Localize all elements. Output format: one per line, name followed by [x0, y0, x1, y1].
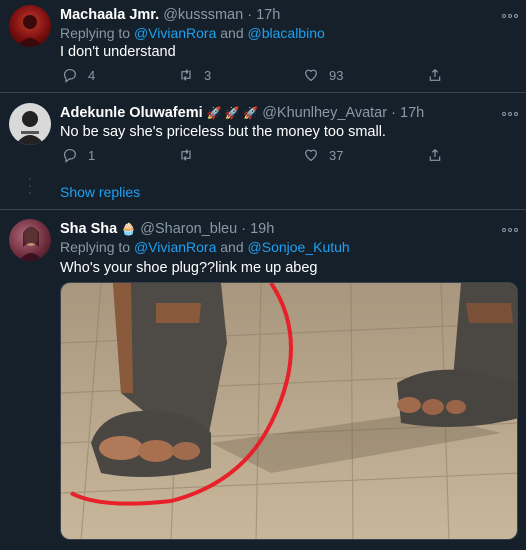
tweet-photo[interactable]	[60, 282, 518, 540]
replying-and: and	[216, 25, 248, 41]
share-button[interactable]	[427, 67, 443, 83]
handle[interactable]: @kusssman	[163, 7, 243, 23]
like-icon	[305, 149, 317, 162]
reply-icon	[64, 69, 76, 83]
timestamp[interactable]: 17h	[256, 7, 280, 23]
share-button[interactable]	[427, 147, 443, 163]
replying-prefix: Replying to	[60, 239, 134, 255]
action-bar: 4 3 93	[60, 67, 460, 87]
retweet-icon	[181, 69, 191, 81]
thread-dot	[29, 185, 31, 187]
reply-button[interactable]: 1	[62, 147, 95, 163]
tweet-1[interactable]: Machaala Jmr. @kusssman · 17h Replying t…	[0, 0, 526, 100]
name-emoji: 🧁	[121, 222, 137, 236]
reply-count: 1	[88, 147, 96, 163]
like-button[interactable]: 37	[303, 147, 343, 163]
more-icon[interactable]	[502, 220, 518, 236]
reply-count: 4	[88, 67, 96, 83]
tweet-text: I don't understand	[60, 44, 176, 60]
replying-and: and	[216, 239, 248, 255]
display-name[interactable]: Machaala Jmr.	[60, 7, 159, 23]
separator: ·	[241, 221, 247, 237]
share-icon	[429, 68, 441, 81]
thread-dot	[29, 192, 31, 194]
retweet-icon	[181, 149, 191, 161]
tweet-2[interactable]: Adekunle Oluwafemi 🚀 🚀 🚀 @Khunlhey_Avata…	[0, 93, 526, 173]
like-count: 93	[329, 67, 344, 83]
mention-link[interactable]: @VivianRora	[134, 239, 216, 255]
retweet-count: 3	[204, 67, 212, 83]
tweet-text: No be say she's priceless but the money …	[60, 124, 386, 140]
shoe-photo	[61, 283, 517, 539]
avatar[interactable]	[9, 103, 51, 145]
replying-prefix: Replying to	[60, 25, 134, 41]
name-emoji: 🚀 🚀 🚀	[206, 106, 259, 120]
share-icon	[429, 148, 441, 161]
mention-link[interactable]: @Sonjoe_Kutuh	[248, 239, 350, 255]
handle[interactable]: @Khunlhey_Avatar	[262, 105, 387, 121]
handle[interactable]: @Sharon_bleu	[140, 221, 237, 237]
retweet-button[interactable]: 3	[178, 67, 211, 83]
reply-button[interactable]: 4	[62, 67, 95, 83]
avatar[interactable]	[9, 5, 51, 47]
timestamp[interactable]: 19h	[250, 221, 274, 237]
action-bar: 1 37	[60, 147, 460, 167]
more-icon[interactable]	[502, 6, 518, 22]
display-name[interactable]: Sha Sha	[60, 221, 117, 237]
timestamp[interactable]: 17h	[400, 105, 424, 121]
tweet-header: Machaala Jmr. @kusssman · 17h	[60, 6, 280, 24]
mention-link[interactable]: @blacalbino	[248, 25, 325, 41]
retweet-button[interactable]	[178, 147, 204, 163]
replying-to: Replying to @VivianRora and @Sonjoe_Kutu…	[60, 238, 350, 256]
replying-to: Replying to @VivianRora and @blacalbino	[60, 24, 325, 42]
reply-icon	[64, 149, 76, 163]
avatar[interactable]	[9, 219, 51, 261]
thread-dot	[29, 178, 31, 180]
show-replies-link[interactable]: Show replies	[60, 184, 140, 200]
display-name[interactable]: Adekunle Oluwafemi	[60, 105, 203, 121]
tweet-text: Who's your shoe plug??link me up abeg	[60, 260, 318, 276]
tweet-header: Sha Sha 🧁 @Sharon_bleu · 19h	[60, 220, 274, 238]
like-icon	[305, 69, 317, 82]
like-button[interactable]: 93	[303, 67, 343, 83]
separator: ·	[247, 7, 253, 23]
more-icon[interactable]	[502, 104, 518, 120]
tweet-header: Adekunle Oluwafemi 🚀 🚀 🚀 @Khunlhey_Avata…	[60, 104, 424, 122]
separator: ·	[391, 105, 396, 121]
like-count: 37	[329, 147, 344, 163]
mention-link[interactable]: @VivianRora	[134, 25, 216, 41]
